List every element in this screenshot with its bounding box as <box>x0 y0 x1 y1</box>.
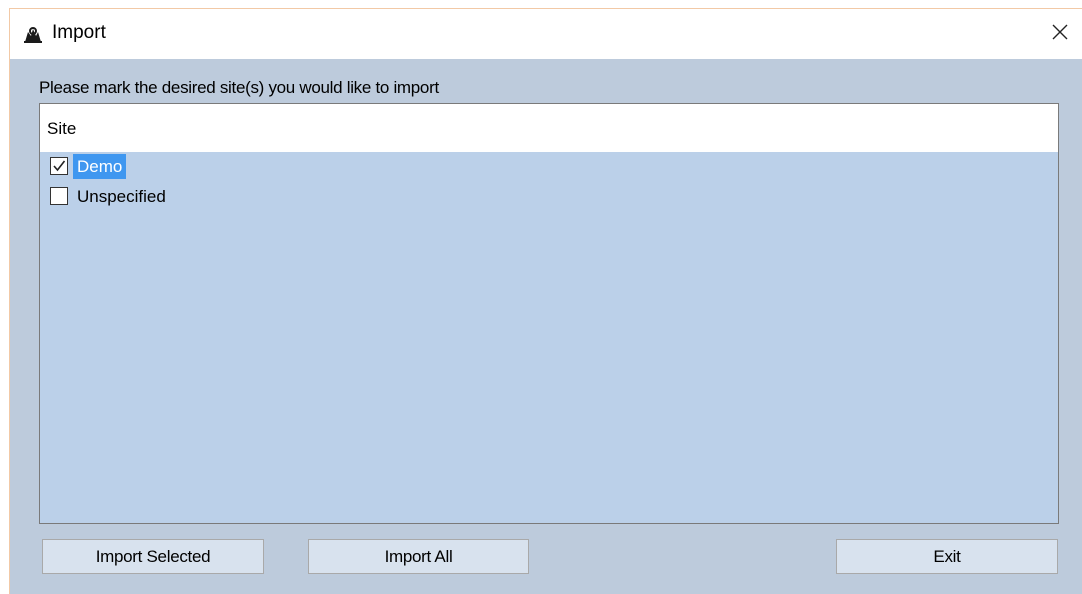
import-dialog: Import Please mark the desired site(s) y… <box>9 8 1082 594</box>
close-icon <box>1051 23 1069 46</box>
close-button[interactable] <box>1038 9 1082 59</box>
window-title: Import <box>52 22 106 43</box>
demo-checkbox[interactable] <box>50 157 68 175</box>
title-bar[interactable]: Import <box>10 9 1082 59</box>
import-all-button[interactable]: Import All <box>308 539 529 574</box>
list-column-header[interactable]: Site <box>40 104 1058 152</box>
exit-button[interactable]: Exit <box>836 539 1058 574</box>
app-logo-icon <box>22 23 44 45</box>
site-list[interactable]: Site Demo Unspecified <box>39 103 1059 524</box>
instruction-label: Please mark the desired site(s) you woul… <box>39 78 439 97</box>
list-item-label: Unspecified <box>77 187 166 206</box>
list-item-unspecified[interactable]: Unspecified <box>40 184 1058 210</box>
import-selected-button[interactable]: Import Selected <box>42 539 264 574</box>
list-item-demo[interactable]: Demo <box>40 154 1058 180</box>
list-item-label: Demo <box>73 154 127 179</box>
column-header-site: Site <box>47 119 77 138</box>
unspecified-checkbox[interactable] <box>50 187 68 205</box>
